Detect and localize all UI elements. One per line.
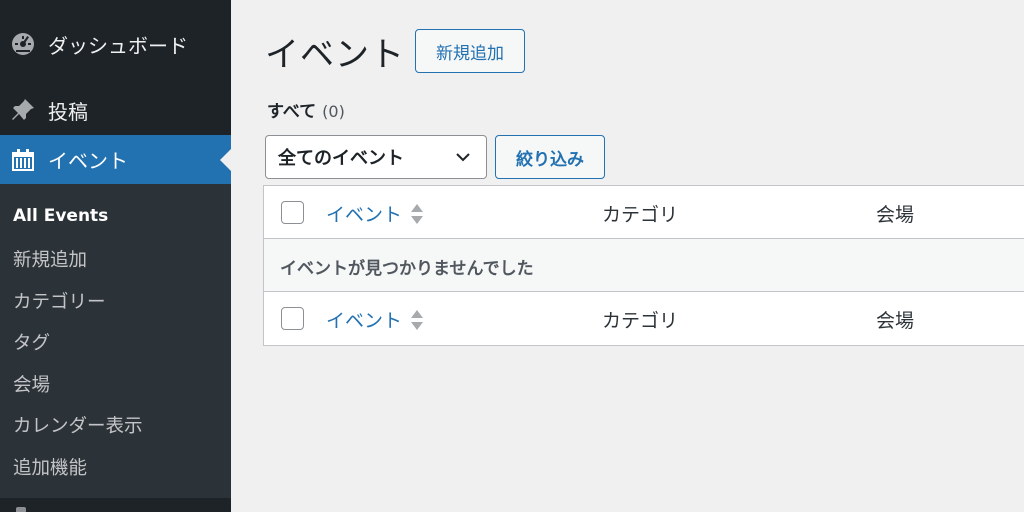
pushpin-icon [8, 95, 38, 125]
table-empty-row: イベントが見つかりませんでした [264, 239, 1024, 292]
select-all-checkbox-footer[interactable] [281, 307, 304, 330]
submenu-item-addons[interactable]: 追加機能 [13, 454, 87, 480]
column-header-category: カテゴリ [602, 204, 679, 226]
menu-item-events[interactable]: イベント [0, 135, 231, 184]
column-footer-category: カテゴリ [602, 310, 679, 332]
chevron-down-icon [454, 148, 472, 171]
filter-button[interactable]: 絞り込み [495, 135, 605, 179]
sidebar-next-item[interactable] [0, 498, 231, 512]
submenu-item-add-new[interactable]: 新規追加 [13, 246, 87, 272]
menu-label-posts: 投稿 [48, 99, 88, 124]
empty-message: イベントが見つかりませんでした [280, 259, 534, 279]
submenu-item-calendar-view[interactable]: カレンダー表示 [13, 412, 143, 438]
submenu-item-categories[interactable]: カテゴリー [13, 288, 106, 314]
column-header-event-label: イベント [326, 204, 403, 226]
table-footer-row: イベント カテゴリ 会場 [264, 292, 1024, 345]
menu-item-posts[interactable]: 投稿 [0, 88, 231, 132]
menu-label-dashboard: ダッシュボード [48, 33, 188, 58]
sort-icon [410, 203, 424, 225]
column-footer-event-label: イベント [326, 310, 403, 332]
admin-sidebar: ダッシュボード 投稿 イベント All Events 新規追加 カテゴリー タグ… [0, 0, 231, 512]
column-header-venue: 会場 [876, 204, 915, 226]
select-all-checkbox[interactable] [281, 201, 304, 224]
submenu-item-tags[interactable]: タグ [13, 329, 50, 355]
sort-icon [410, 309, 424, 331]
calendar-icon [8, 145, 38, 175]
view-all-label: すべて [267, 102, 317, 122]
page-title: イベント [265, 35, 405, 75]
submenu-item-venues[interactable]: 会場 [13, 371, 50, 397]
column-header-event[interactable]: イベント [326, 200, 424, 227]
table-header-row: イベント カテゴリ 会場 [264, 186, 1024, 239]
events-table: イベント カテゴリ 会場 イベントが見つかりませんでした イベント カテゴリ 会… [263, 185, 1024, 346]
column-footer-event[interactable]: イベント [326, 306, 424, 333]
menu-item-dashboard[interactable]: ダッシュボード [0, 22, 231, 66]
event-filter-selected: 全てのイベント [278, 148, 404, 169]
dashboard-gauge-icon [8, 29, 38, 59]
events-submenu: All Events 新規追加 カテゴリー タグ 会場 カレンダー表示 追加機能 [0, 184, 231, 498]
event-filter-select[interactable]: 全てのイベント [265, 135, 487, 179]
menu-label-events: イベント [48, 149, 128, 173]
column-footer-venue: 会場 [876, 310, 915, 332]
menu-icon [16, 507, 26, 512]
view-all-count: (0) [322, 102, 345, 121]
add-new-button[interactable]: 新規追加 [415, 29, 525, 73]
submenu-item-all-events[interactable]: All Events [13, 206, 108, 226]
view-filter-all[interactable]: すべて (0) [267, 97, 345, 122]
